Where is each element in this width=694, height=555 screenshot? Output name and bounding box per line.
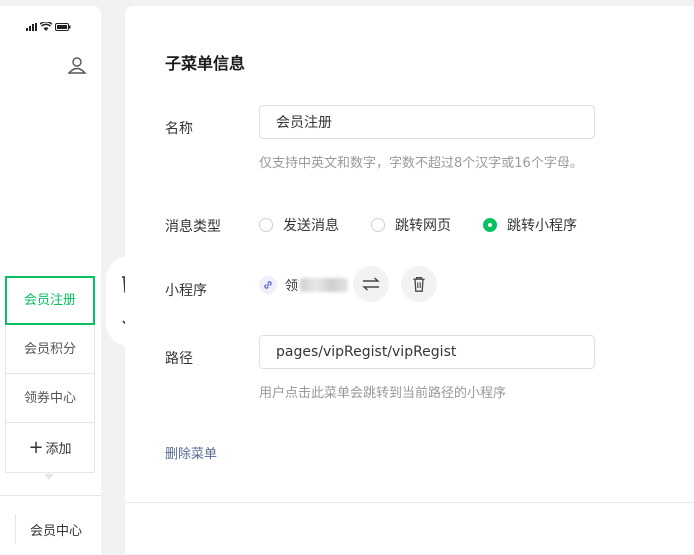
swap-icon bbox=[362, 277, 380, 291]
radio-label: 跳转网页 bbox=[395, 218, 451, 234]
add-label: 添加 bbox=[45, 442, 72, 457]
radio-circle bbox=[259, 218, 273, 232]
message-type-label: 消息类型 bbox=[165, 219, 221, 235]
radio-label: 跳转小程序 bbox=[507, 218, 577, 234]
footer-divider bbox=[125, 502, 694, 503]
radio-jump-webpage[interactable]: 跳转网页 bbox=[371, 215, 451, 235]
status-bar bbox=[26, 22, 71, 31]
radio-circle bbox=[371, 218, 385, 232]
bottom-menu-bar: 会员中心 bbox=[0, 495, 101, 555]
link-icon bbox=[259, 275, 277, 294]
path-label: 路径 bbox=[165, 351, 193, 367]
submenu-item-member-register[interactable]: 会员注册 bbox=[5, 276, 95, 325]
miniprogram-chip: 领 bbox=[259, 275, 349, 294]
submenu-item-coupon-center[interactable]: 领券中心 bbox=[6, 374, 94, 423]
battery-icon bbox=[55, 23, 71, 31]
radio-label: 发送消息 bbox=[283, 218, 339, 234]
menu-divider bbox=[15, 514, 16, 544]
name-hint: 仅支持中英文和数字，字数不超过8个汉字或16个字母。 bbox=[259, 156, 583, 171]
remove-miniprogram-button[interactable] bbox=[401, 266, 437, 302]
submenu-list: 会员注册 会员积分 领券中心 + 添加 bbox=[5, 276, 95, 473]
wifi-icon bbox=[40, 22, 52, 31]
path-input[interactable] bbox=[259, 335, 595, 369]
name-label: 名称 bbox=[165, 121, 193, 137]
radio-jump-miniprogram[interactable]: 跳转小程序 bbox=[483, 215, 577, 235]
phone-preview: 会员注册 会员积分 领券中心 + 添加 会员中心 bbox=[0, 6, 101, 555]
person-icon[interactable] bbox=[67, 55, 87, 75]
miniprogram-label: 小程序 bbox=[165, 283, 207, 299]
name-input[interactable] bbox=[259, 105, 595, 139]
submenu-pointer bbox=[44, 474, 54, 480]
submenu-item-member-points[interactable]: 会员积分 bbox=[6, 325, 94, 374]
plus-icon: + bbox=[28, 437, 44, 458]
signal-icon bbox=[26, 23, 37, 31]
trash-icon bbox=[413, 276, 425, 292]
radio-send-message[interactable]: 发送消息 bbox=[259, 215, 339, 235]
bottom-menu-item[interactable]: 会员中心 bbox=[30, 520, 82, 539]
panel-title: 子菜单信息 bbox=[165, 54, 246, 73]
add-submenu-button[interactable]: + 添加 bbox=[6, 423, 94, 472]
radio-circle bbox=[483, 218, 497, 232]
submenu-settings-panel: 子菜单信息 名称 仅支持中英文和数字，字数不超过8个汉字或16个字母。 消息类型… bbox=[125, 6, 694, 554]
swap-miniprogram-button[interactable] bbox=[353, 266, 389, 302]
message-type-radios: 发送消息 跳转网页 跳转小程序 bbox=[259, 215, 609, 235]
path-hint: 用户点击此菜单会跳转到当前路径的小程序 bbox=[259, 386, 507, 401]
delete-menu-link[interactable]: 删除菜单 bbox=[165, 443, 217, 462]
redacted-name bbox=[300, 277, 349, 292]
miniprogram-name: 领 bbox=[285, 279, 299, 294]
